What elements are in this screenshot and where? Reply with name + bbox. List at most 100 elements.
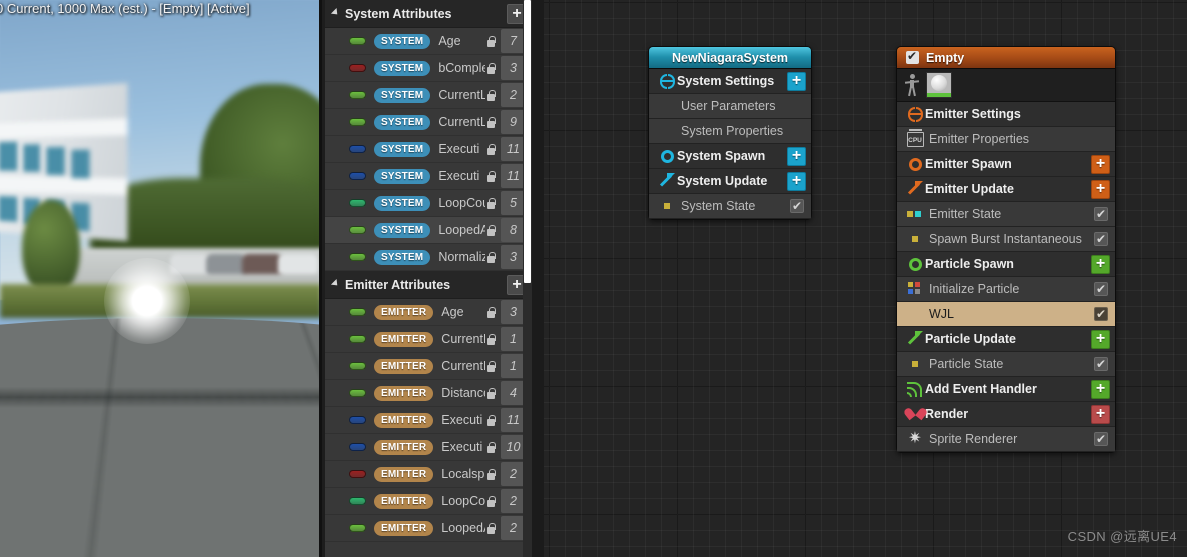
attribute-name: Age <box>438 34 461 48</box>
add-module-button[interactable]: + <box>787 71 806 91</box>
attribute-name: bComple <box>438 61 485 75</box>
node-row[interactable]: System Properties <box>649 119 811 144</box>
stats-line: 0 Current, 1000 Max (est.) - [Empty] [Ac… <box>0 1 250 16</box>
building-band <box>0 175 128 196</box>
attributes-panel[interactable]: System Attributes + SYSTEM Age 7 SYSTEM bCompl… <box>325 0 532 557</box>
node-row-label: System Update <box>677 174 768 188</box>
niagara-node-graph[interactable]: NewNiagaraSystem System Settings + User Pa… <box>544 0 1187 557</box>
node-row[interactable]: System Update + <box>649 169 811 194</box>
node-row[interactable]: Emitter Spawn + <box>897 152 1115 177</box>
lock-icon <box>485 414 497 427</box>
node-row[interactable]: Particle State <box>897 352 1115 377</box>
attribute-type-dot <box>349 253 366 261</box>
node-row[interactable]: WJL <box>897 302 1115 327</box>
node-row[interactable]: System Settings + <box>649 69 811 94</box>
attribute-row[interactable]: EMITTER Executi 11 <box>325 407 532 434</box>
attribute-row[interactable]: SYSTEM LoopCou 5 <box>325 190 532 217</box>
attribute-name: Localspa <box>441 467 485 481</box>
attribute-row[interactable]: EMITTERCurrentL1 <box>325 326 532 353</box>
add-module-button[interactable]: + <box>1091 179 1110 199</box>
node-row[interactable]: Render + <box>897 402 1115 427</box>
module-enabled-checkbox[interactable] <box>1094 306 1108 322</box>
attribute-row[interactable]: SYSTEM bComple 3 <box>325 55 532 82</box>
attribute-row[interactable]: SYSTEM Normaliz 3 <box>325 244 532 271</box>
row-icon-slot <box>657 173 677 188</box>
emitter-node-header[interactable]: Empty <box>897 47 1115 69</box>
watermark: CSDN @远离UE4 <box>1067 529 1177 544</box>
module-enabled-checkbox[interactable] <box>790 198 804 214</box>
attributes-scrollbar-track[interactable] <box>523 0 532 557</box>
node-row-label: System Spawn <box>677 149 766 163</box>
node-row[interactable]: Initialize Particle <box>897 277 1115 302</box>
emitter-node[interactable]: Empty Emitter SettingsCPU Emitter Propert… <box>896 46 1116 453</box>
building-band <box>0 117 128 139</box>
lock-icon <box>485 387 497 400</box>
module-enabled-checkbox[interactable] <box>1094 231 1108 247</box>
ring-icon <box>908 157 922 171</box>
module-enabled-checkbox[interactable] <box>1094 281 1108 297</box>
attributes-scrollbar-thumb[interactable] <box>524 0 531 283</box>
add-module-button[interactable]: + <box>787 146 806 166</box>
add-module-button[interactable]: + <box>787 171 806 191</box>
attribute-namespace-pill: EMITTER <box>374 493 434 509</box>
attribute-type-dot <box>349 37 366 45</box>
attribute-namespace-pill: EMITTER <box>374 520 434 536</box>
attribute-row[interactable]: EMITTERLoopedA2 <box>325 515 532 542</box>
collapse-caret-icon[interactable] <box>330 278 341 288</box>
node-row[interactable]: CPU Emitter Properties <box>897 127 1115 152</box>
module-enabled-checkbox[interactable] <box>1094 356 1108 372</box>
parked-car <box>206 254 246 274</box>
emitter-node-rows: Emitter Settings CPU Emitter Properties Emi… <box>897 102 1115 452</box>
attribute-row[interactable]: EMITTER Age 3 <box>325 299 532 326</box>
attribute-name: LoopedA <box>441 521 485 535</box>
node-row[interactable]: User Parameters <box>649 94 811 119</box>
add-module-button[interactable]: + <box>1091 404 1110 424</box>
row-icon-slot <box>905 331 925 346</box>
node-row[interactable]: ✷ Sprite Renderer <box>897 427 1115 452</box>
emitter-thumbnail[interactable] <box>926 72 952 98</box>
add-module-button[interactable]: + <box>1091 379 1110 399</box>
attribute-row[interactable]: EMITTER Executi 10 <box>325 434 532 461</box>
node-row[interactable]: Particle Update + <box>897 327 1115 352</box>
node-row[interactable]: System State <box>649 194 811 219</box>
attribute-row[interactable]: SYSTEM CurrentL 9 <box>325 109 532 136</box>
node-row[interactable]: System Spawn + <box>649 144 811 169</box>
attribute-row[interactable]: EMITTERCurrentL1 <box>325 353 532 380</box>
attribute-row[interactable]: EMITTERDistance4 <box>325 380 532 407</box>
attribute-row[interactable]: SYSTEM Executi 11 <box>325 163 532 190</box>
node-row-label: System Properties <box>681 124 784 138</box>
emitter-enabled-checkbox[interactable] <box>906 49 919 64</box>
attr-section-header-emitter[interactable]: Emitter Attributes + <box>325 271 532 299</box>
node-row[interactable]: Add Event Handler + <box>897 377 1115 402</box>
lock-icon <box>485 333 497 346</box>
attribute-row[interactable]: SYSTEM Age 7 <box>325 28 532 55</box>
heart-icon <box>908 407 923 421</box>
collapse-caret-icon[interactable] <box>330 7 341 17</box>
parked-car <box>242 254 282 274</box>
attribute-row[interactable]: SYSTEM LoopedA 8 <box>325 217 532 244</box>
attr-section-header-system[interactable]: System Attributes + <box>325 0 532 28</box>
preview-viewport[interactable]: ... 0 Current, 1000 Max (est.) - [Empty]… <box>0 0 322 557</box>
node-row-label: System Settings <box>677 74 775 88</box>
add-module-button[interactable]: + <box>1091 329 1110 349</box>
attribute-row[interactable]: SYSTEM Executi 11 <box>325 136 532 163</box>
module-enabled-checkbox[interactable] <box>1094 431 1108 447</box>
attribute-row[interactable]: EMITTERLocalspa2 <box>325 461 532 488</box>
system-node-header[interactable]: NewNiagaraSystem <box>649 47 811 69</box>
attribute-row[interactable]: EMITTERLoopCou2 <box>325 488 532 515</box>
grid-floor <box>0 318 322 557</box>
node-row[interactable]: Spawn Burst Instantaneous <box>897 227 1115 252</box>
attribute-row[interactable]: SYSTEM CurrentL 2 <box>325 82 532 109</box>
node-row[interactable]: Emitter Update + <box>897 177 1115 202</box>
emitter-thumbnail-row[interactable] <box>897 69 1115 102</box>
node-row[interactable]: Emitter State <box>897 202 1115 227</box>
lock-icon <box>485 251 497 264</box>
add-module-button[interactable]: + <box>1091 254 1110 274</box>
module-enabled-checkbox[interactable] <box>1094 206 1108 222</box>
node-row[interactable]: Emitter Settings <box>897 102 1115 127</box>
node-row-label: Particle State <box>929 357 1004 371</box>
node-row[interactable]: Particle Spawn + <box>897 252 1115 277</box>
add-module-button[interactable]: + <box>1091 154 1110 174</box>
system-node[interactable]: NewNiagaraSystem System Settings + User Pa… <box>648 46 812 220</box>
row-icon-slot: ✷ <box>905 431 925 447</box>
